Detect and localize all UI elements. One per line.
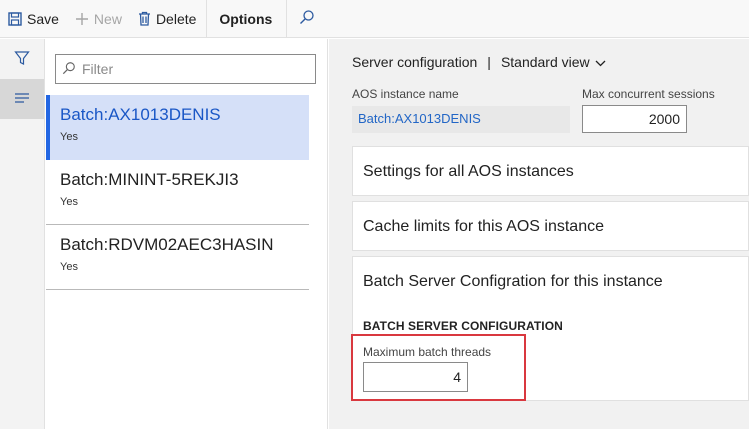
- section-header-batch-config[interactable]: Batch Server Configration for this insta…: [353, 257, 748, 307]
- list-item[interactable]: Batch:MININT-5REKJI3 Yes: [46, 160, 309, 225]
- header-separator: |: [487, 54, 491, 70]
- action-pane: Save New Delete Options: [0, 0, 749, 38]
- list-item[interactable]: Batch:RDVM02AEC3HASIN Yes: [46, 225, 309, 290]
- search-button[interactable]: [289, 0, 325, 38]
- aos-instance-value: Batch:AX1013DENIS: [352, 106, 570, 133]
- options-button[interactable]: Options: [209, 0, 284, 38]
- list-pane: Batch:AX1013DENIS Yes Batch:MININT-5REKJ…: [45, 39, 328, 429]
- list-item-subtitle: Yes: [60, 196, 78, 208]
- save-label: Save: [27, 10, 59, 27]
- filter-pane-button[interactable]: [0, 39, 44, 79]
- list-icon: [14, 91, 30, 107]
- search-icon: [299, 9, 315, 28]
- chevron-down-icon: [590, 54, 606, 70]
- section-header-settings-all[interactable]: Settings for all AOS instances: [353, 147, 748, 197]
- list-item-subtitle: Yes: [60, 261, 78, 273]
- page-header: Server configuration | Standard view: [352, 54, 606, 70]
- section-settings-all: Settings for all AOS instances: [352, 146, 749, 196]
- delete-label: Delete: [155, 10, 197, 27]
- new-label: New: [93, 10, 122, 27]
- list-item-title: Batch:AX1013DENIS: [60, 105, 221, 124]
- list-item-title: Batch:MININT-5REKJI3: [60, 170, 239, 189]
- new-button[interactable]: New: [67, 0, 130, 38]
- list-item[interactable]: Batch:AX1013DENIS Yes: [46, 95, 309, 160]
- details-pane: Server configuration | Standard view AOS…: [329, 39, 749, 429]
- page-title: Server configuration: [352, 54, 478, 70]
- section-cache-limits: Cache limits for this AOS instance: [352, 201, 749, 251]
- delete-button[interactable]: Delete: [130, 0, 204, 38]
- batch-group-title: BATCH SERVER CONFIGURATION: [363, 319, 563, 333]
- max-sessions-label: Max concurrent sessions: [582, 87, 715, 101]
- max-sessions-input[interactable]: [582, 105, 687, 133]
- view-label: Standard view: [500, 54, 590, 70]
- left-rail: [0, 39, 45, 429]
- search-icon: [62, 61, 76, 78]
- plus-icon: [75, 12, 89, 26]
- list-item-title: Batch:RDVM02AEC3HASIN: [60, 235, 274, 254]
- toolbar-divider: [206, 0, 208, 38]
- save-icon: [8, 11, 22, 26]
- view-selector[interactable]: Standard view: [501, 54, 606, 70]
- filter-input[interactable]: [82, 61, 302, 77]
- record-list: Batch:AX1013DENIS Yes Batch:MININT-5REKJ…: [46, 95, 309, 290]
- filter-box[interactable]: [55, 54, 316, 84]
- section-header-cache-limits[interactable]: Cache limits for this AOS instance: [353, 202, 748, 252]
- list-view-button[interactable]: [0, 79, 44, 119]
- save-button[interactable]: Save: [0, 0, 67, 38]
- trash-icon: [138, 11, 151, 26]
- list-item-subtitle: Yes: [60, 131, 78, 143]
- funnel-icon: [14, 50, 30, 69]
- toolbar-divider: [286, 0, 288, 38]
- highlight-box: [351, 334, 526, 401]
- aos-instance-label: AOS instance name: [352, 87, 459, 101]
